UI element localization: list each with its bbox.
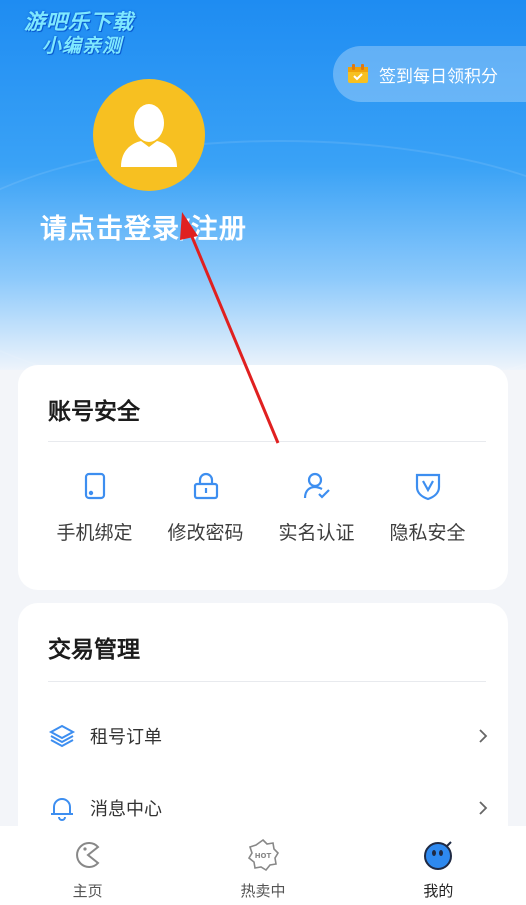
home-icon <box>75 842 100 868</box>
change-password-button[interactable]: 修改密码 <box>150 470 261 545</box>
lock-icon <box>193 472 218 500</box>
divider <box>48 441 486 442</box>
avatar[interactable] <box>93 79 205 191</box>
bell-icon <box>51 798 73 821</box>
divider <box>48 681 486 682</box>
tab-mine[interactable]: 我的 <box>351 826 526 905</box>
section-title: 账号安全 <box>48 399 140 425</box>
message-center-row[interactable]: 消息中心 <box>48 788 490 828</box>
tab-home[interactable]: 主页 <box>0 826 175 905</box>
privacy-security-button[interactable]: 隐私安全 <box>372 470 483 545</box>
account-security-card: 账号安全 手机绑定 修改密码 实名认证 隐私安全 <box>18 365 508 590</box>
chevron-right-icon <box>479 729 488 743</box>
login-register-link[interactable]: 请点击登录/注册 <box>40 207 247 246</box>
phone-binding-button[interactable]: 手机绑定 <box>39 470 150 545</box>
hot-icon: HOT <box>247 838 279 872</box>
daily-signin-button[interactable]: 签到每日领积分 <box>333 46 526 102</box>
svg-text:HOT: HOT <box>255 852 272 860</box>
section-title: 交易管理 <box>48 637 140 663</box>
row-label: 消息中心 <box>90 799 162 820</box>
chevron-right-icon <box>479 801 488 815</box>
tab-hot-selling[interactable]: HOT 热卖中 <box>175 826 350 905</box>
calendar-icon <box>348 64 368 83</box>
profile-icon <box>424 841 453 870</box>
layers-icon <box>48 724 76 748</box>
rental-orders-row[interactable]: 租号订单 <box>48 716 490 756</box>
phone-icon <box>84 472 105 500</box>
default-avatar-icon <box>121 104 177 167</box>
trade-management-card: 交易管理 租号订单 消息中心 <box>18 603 508 863</box>
row-label: 租号订单 <box>90 727 162 748</box>
bottom-tab-bar: 主页 HOT 热卖中 我的 <box>0 826 526 905</box>
header-decoration <box>0 140 526 370</box>
realname-verify-button[interactable]: 实名认证 <box>261 470 372 545</box>
watermark-logo: 游吧乐下载 小编亲测 <box>24 10 134 57</box>
shield-icon <box>415 473 440 501</box>
user-verify-icon <box>303 472 330 499</box>
signin-label: 签到每日领积分 <box>379 66 498 87</box>
